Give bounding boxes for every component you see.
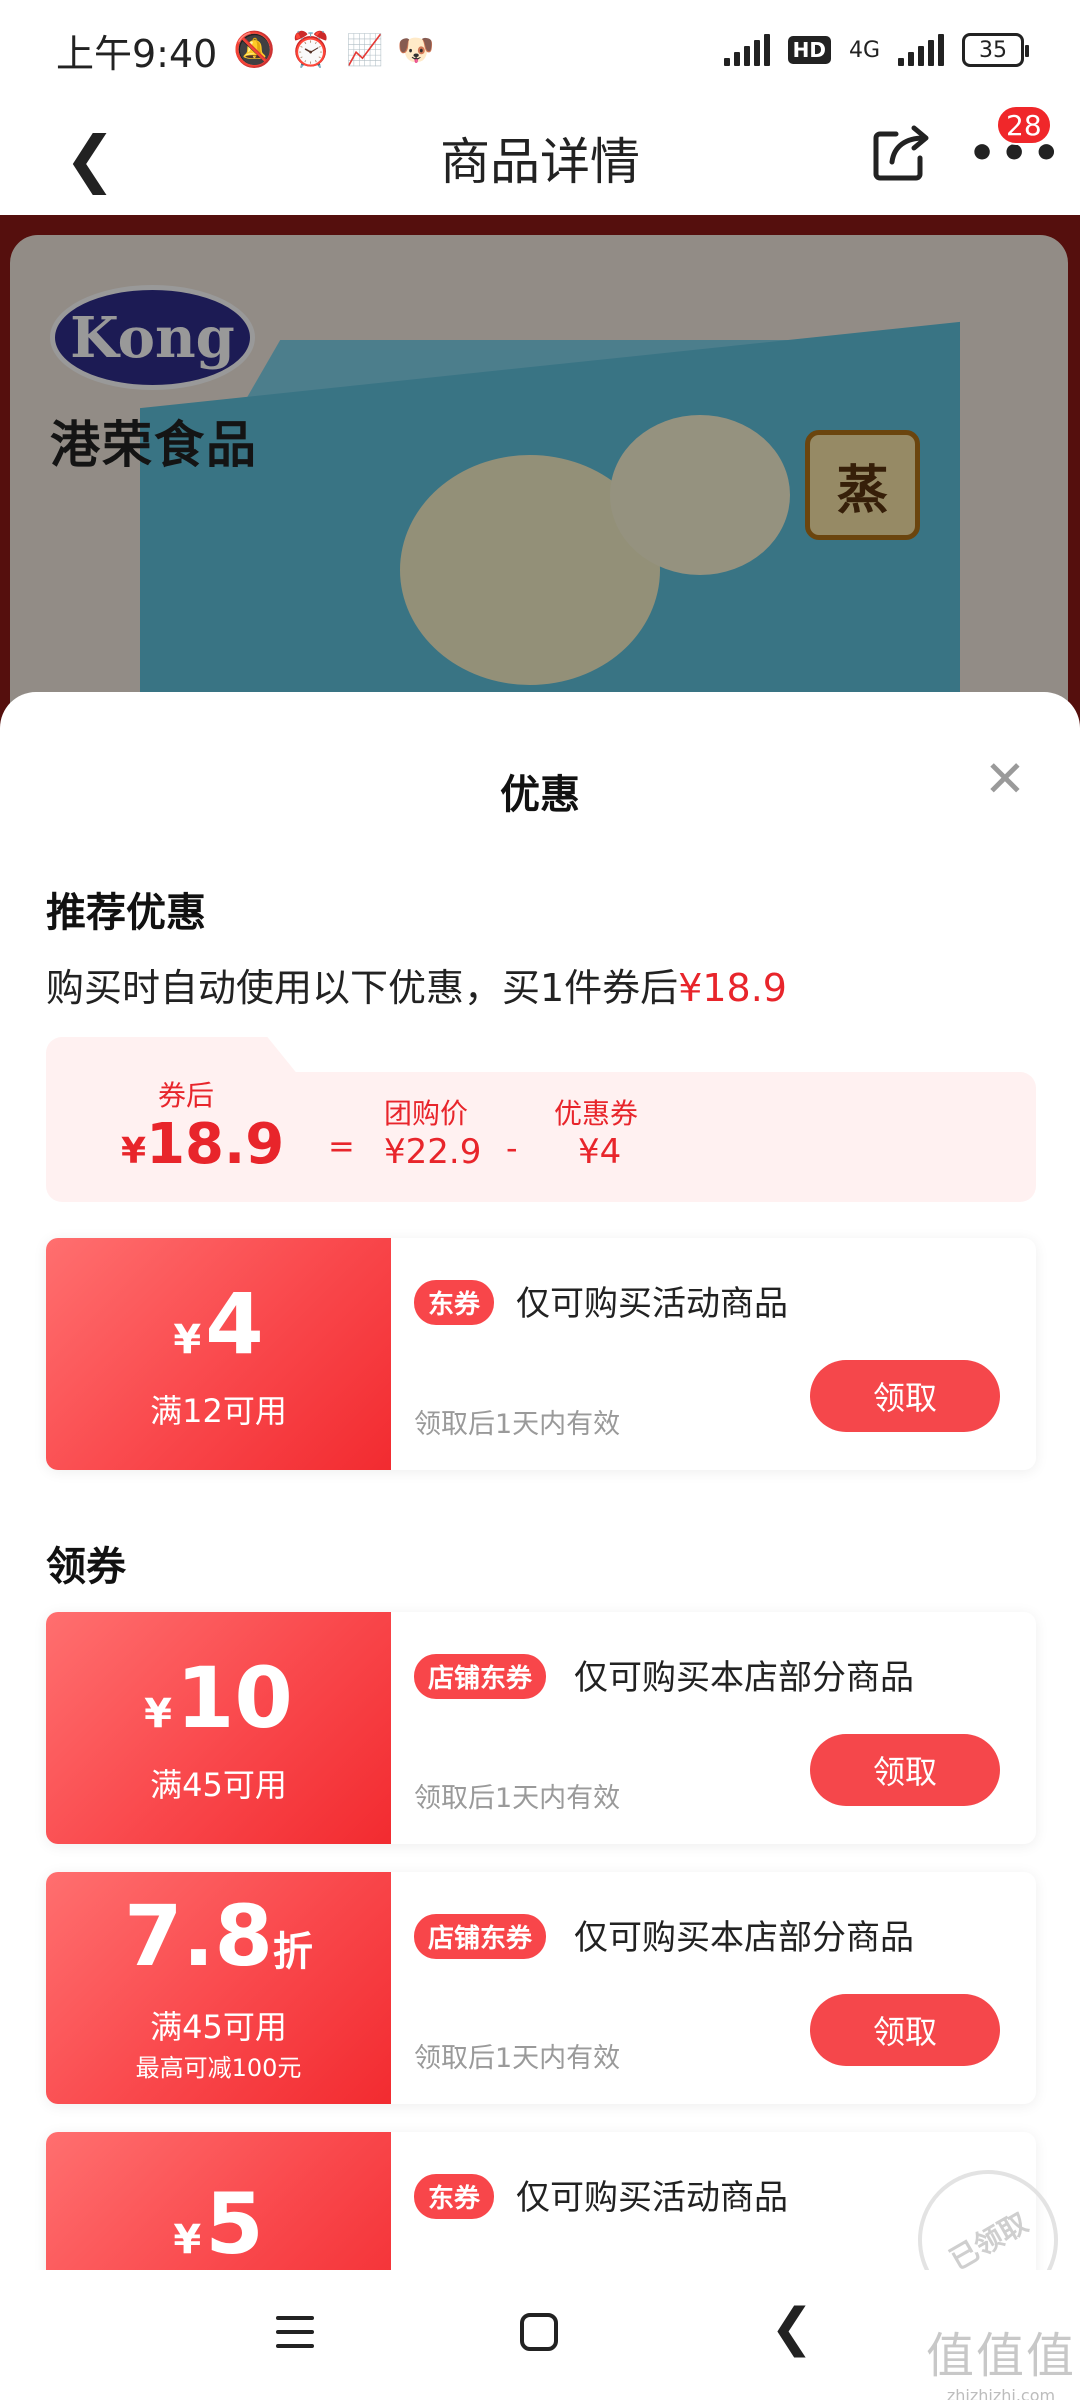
coupon-validity: 领取后1天内有效 bbox=[414, 1409, 621, 1440]
coupon-amount-value: 4 bbox=[205, 1275, 264, 1373]
system-back-icon[interactable]: ❮ bbox=[770, 2298, 814, 2358]
section-title-recommend: 推荐优惠 bbox=[46, 890, 206, 936]
modal-overlay[interactable] bbox=[0, 215, 1080, 735]
coupon-label: 优惠券 bbox=[554, 1097, 639, 1130]
network-type: 4G bbox=[848, 37, 880, 63]
alarm-icon: ⏰ bbox=[289, 30, 333, 70]
close-icon[interactable]: ✕ bbox=[984, 754, 1026, 804]
pet-app-icon: 🐶 bbox=[397, 32, 435, 68]
coupon-validity: 领取后1天内有效 bbox=[414, 1783, 621, 1814]
coupon-amount-value: 10 bbox=[175, 1649, 293, 1747]
coupon-value: ¥4 bbox=[578, 1132, 622, 1172]
coupon-tag: 东券 bbox=[414, 1280, 495, 1325]
after-coupon-yen: ¥ bbox=[121, 1131, 147, 1172]
watermark-domain: zhizhizhi.com bbox=[946, 2386, 1056, 2400]
coupon-max-note: 最高可减100元 bbox=[135, 2054, 302, 2082]
recent-apps-icon[interactable] bbox=[276, 2316, 314, 2358]
coupon-tag: 店铺东券 bbox=[414, 1914, 547, 1959]
coupon-condition: 满45可用 bbox=[150, 1766, 287, 1804]
system-nav-bar: ❮ bbox=[0, 2270, 1080, 2400]
equals-sign: = bbox=[328, 1127, 355, 1165]
signal-icon-2 bbox=[898, 34, 944, 66]
recommend-price: ¥18.9 bbox=[678, 966, 787, 1010]
back-arrow-icon[interactable]: ❮ bbox=[64, 122, 116, 195]
coupon-tag: 店铺东券 bbox=[414, 1654, 547, 1699]
battery-icon: 35 bbox=[962, 33, 1029, 67]
coupon-amount-panel: ¥10 满45可用 bbox=[46, 1612, 391, 1844]
coupon-amount-panel: ¥4 满12可用 bbox=[46, 1238, 391, 1470]
coupon-description: 仅可购买本店部分商品 bbox=[574, 1918, 914, 1958]
coupon-description: 仅可购买活动商品 bbox=[516, 1284, 788, 1324]
app-notification-icon: 📈 bbox=[346, 32, 384, 68]
yen-symbol: ¥ bbox=[173, 1317, 202, 1363]
top-nav: ❮ 商品详情 ••• 28 bbox=[0, 100, 1080, 215]
page-title: 商品详情 bbox=[440, 132, 640, 191]
claimed-stamp: 已领取 bbox=[892, 2144, 1080, 2270]
coupon-tag: 东券 bbox=[414, 2174, 495, 2219]
group-price-value: ¥22.9 bbox=[384, 1132, 482, 1172]
coupon-validity: 领取后1天内有效 bbox=[414, 2043, 621, 2074]
after-coupon-label: 券后 bbox=[158, 1079, 215, 1112]
signal-icon bbox=[723, 34, 770, 66]
minus-sign: - bbox=[506, 1129, 518, 1167]
coupon-description: 仅可购买活动商品 bbox=[516, 2178, 788, 2218]
mute-bell-icon: 🔕 bbox=[233, 30, 276, 70]
status-bar: 上午9:40 🔕 ⏰ 📈 🐶 HD 4G 35 bbox=[0, 0, 1080, 100]
watermark-text: 值值值 bbox=[926, 2328, 1077, 2384]
coupon-description: 仅可购买本店部分商品 bbox=[574, 1658, 914, 1698]
home-icon[interactable] bbox=[520, 2313, 558, 2351]
recommend-description: 购买时自动使用以下优惠，买1件券后¥18.9 bbox=[46, 957, 787, 1012]
yen-symbol: ¥ bbox=[173, 2217, 202, 2263]
coupon-amount-panel: 7.8折 满45可用 最高可减100元 bbox=[46, 1872, 391, 2104]
recommend-desc-text: 购买时自动使用以下优惠，买1件券后 bbox=[46, 966, 679, 1010]
status-time: 上午9:40 bbox=[56, 31, 218, 76]
share-icon[interactable] bbox=[866, 116, 936, 186]
sheet-title: 优惠 bbox=[500, 772, 580, 818]
yen-symbol: ¥ bbox=[144, 1691, 172, 1737]
claim-button[interactable]: 领取 bbox=[810, 1994, 1000, 2066]
price-calculation: 券后 ¥18.9 = 团购价 ¥22.9 - 优惠券 ¥4 bbox=[46, 1037, 1036, 1202]
hd-icon: HD bbox=[787, 36, 831, 64]
coupon-card: 7.8折 满45可用 最高可减100元 店铺东券 仅可购买本店部分商品 领取后1… bbox=[46, 1872, 1036, 2104]
discount-sheet: 优惠 ✕ 推荐优惠 购买时自动使用以下优惠，买1件券后¥18.9 券后 ¥18.… bbox=[0, 692, 1080, 2270]
coupon-amount: ¥5 bbox=[46, 2182, 391, 2266]
coupon-card: ¥10 满45可用 店铺东券 仅可购买本店部分商品 领取后1天内有效 领取 bbox=[46, 1612, 1036, 1844]
coupon-amount: ¥10 bbox=[46, 1656, 391, 1740]
watermark: 值值值 zhizhizhi.com bbox=[926, 2316, 1076, 2400]
product-image: Kong 港荣食品 蒸 bbox=[0, 215, 1080, 735]
section-title-get-coupons: 领券 bbox=[46, 1544, 126, 1590]
coupon-card: ¥4 满12可用 东券 仅可购买活动商品 领取后1天内有效 领取 bbox=[46, 1238, 1036, 1470]
coupon-card: ¥5 东券 仅可购买活动商品 已领取 bbox=[46, 2132, 1080, 2270]
claim-button[interactable]: 领取 bbox=[810, 1360, 1000, 1432]
group-price-label: 团购价 bbox=[384, 1097, 469, 1130]
after-coupon-value: 18.9 bbox=[146, 1112, 285, 1177]
claim-button[interactable]: 领取 bbox=[810, 1734, 1000, 1806]
after-coupon-price: ¥18.9 bbox=[121, 1112, 284, 1177]
coupon-amount-value: 5 bbox=[205, 2175, 264, 2270]
coupon-condition: 满45可用 bbox=[150, 2008, 287, 2046]
discount-unit: 折 bbox=[272, 1929, 313, 1975]
coupon-condition: 满12可用 bbox=[150, 1392, 287, 1430]
coupon-amount-value: 7.8 bbox=[124, 1887, 273, 1985]
coupon-amount: ¥4 bbox=[46, 1282, 391, 1366]
coupon-amount-panel: ¥5 bbox=[46, 2132, 391, 2270]
message-count-badge: 28 bbox=[996, 105, 1052, 145]
coupon-amount: 7.8折 bbox=[46, 1894, 391, 1978]
